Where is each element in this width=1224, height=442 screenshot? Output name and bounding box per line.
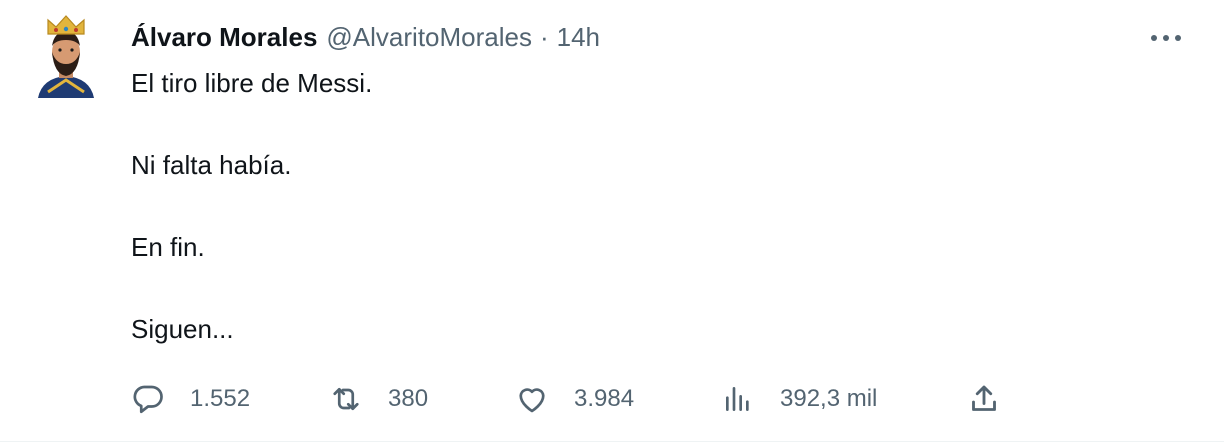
retweet-count: 380 bbox=[388, 385, 429, 412]
reply-bubble-icon bbox=[128, 379, 168, 419]
avatar-illustration bbox=[38, 15, 94, 98]
reply-button[interactable]: 1.552 bbox=[128, 376, 250, 422]
reply-count: 1.552 bbox=[190, 385, 251, 412]
avatar[interactable] bbox=[34, 14, 98, 100]
tweet-line: El tiro libre de Messi. bbox=[131, 68, 373, 98]
views-button[interactable]: 392,3 mil bbox=[718, 376, 877, 422]
views-count: 392,3 mil bbox=[780, 385, 878, 412]
heart-icon bbox=[512, 379, 552, 419]
tweet-card[interactable]: Álvaro Morales @AlvaritoMorales · 14h El… bbox=[0, 0, 1224, 442]
tweet-line: Siguen... bbox=[131, 314, 234, 344]
more-options-button[interactable] bbox=[1146, 24, 1186, 52]
more-dots-icon bbox=[1151, 35, 1181, 41]
tweet-time[interactable]: 14h bbox=[557, 22, 600, 53]
analytics-bars-icon bbox=[718, 379, 758, 419]
retweet-button[interactable]: 380 bbox=[326, 376, 428, 422]
retweet-icon bbox=[326, 379, 366, 419]
tweet-line: En fin. bbox=[131, 232, 205, 262]
author-handle[interactable]: @AlvaritoMorales bbox=[326, 22, 532, 53]
share-upload-icon bbox=[964, 379, 1004, 419]
like-button[interactable]: 3.984 bbox=[512, 376, 634, 422]
share-button[interactable] bbox=[964, 376, 1004, 422]
tweet-line: Ni falta había. bbox=[131, 150, 292, 180]
author-name[interactable]: Álvaro Morales bbox=[131, 22, 317, 53]
separator-dot: · bbox=[539, 21, 549, 52]
tweet-header: Álvaro Morales @AlvaritoMorales · 14h bbox=[131, 20, 600, 54]
tweet-actions: 1.552 380 3.984 392,3 mil bbox=[128, 376, 1028, 422]
like-count: 3.984 bbox=[574, 385, 635, 412]
